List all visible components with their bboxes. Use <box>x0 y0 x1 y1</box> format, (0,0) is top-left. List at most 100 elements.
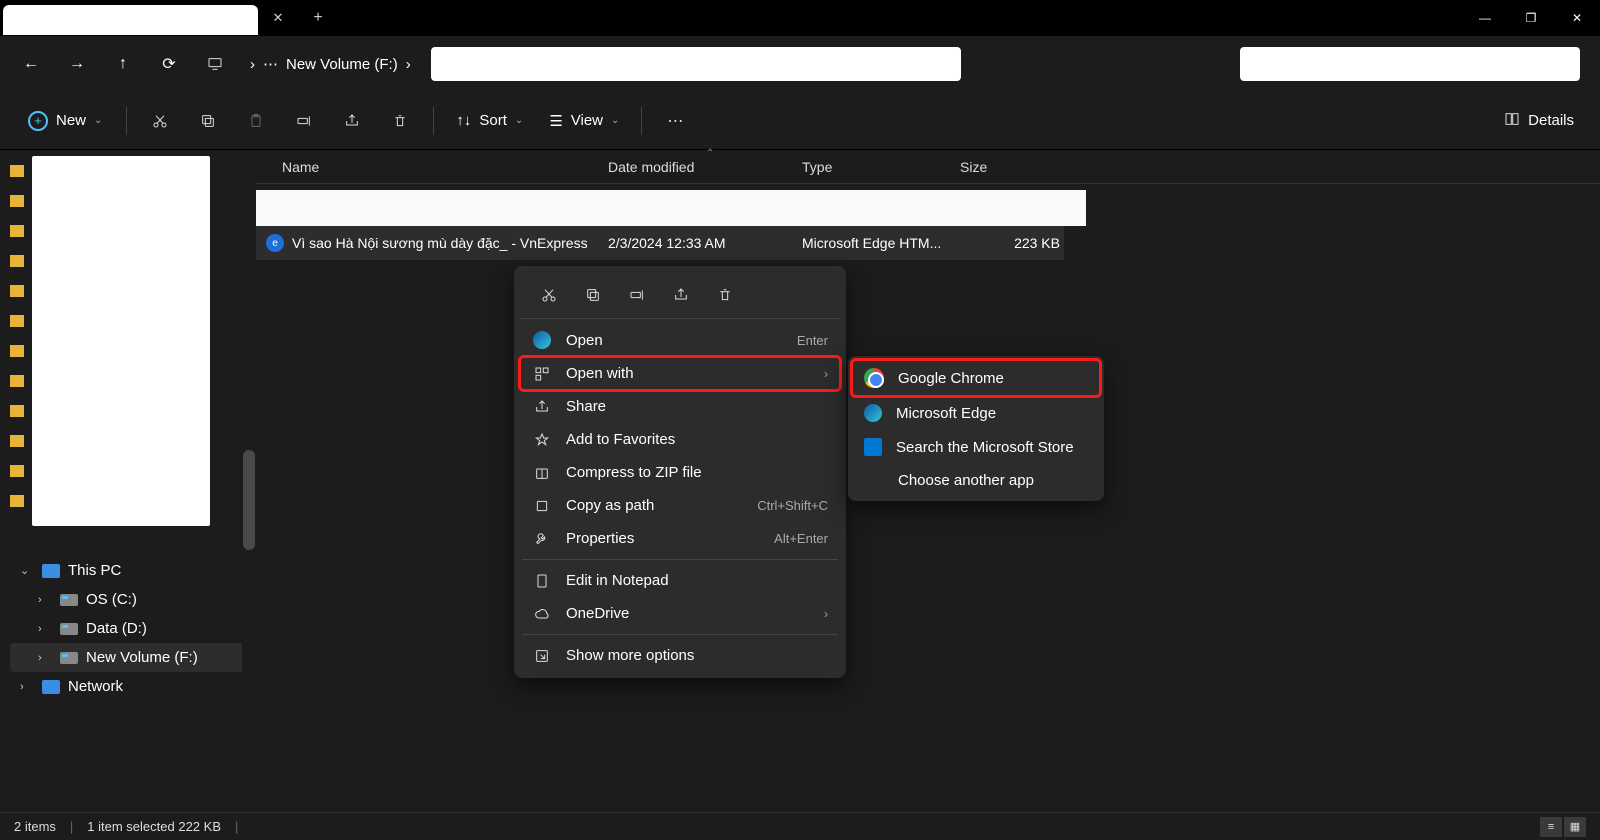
ctx-cut-button[interactable] <box>530 278 568 312</box>
forward-button[interactable]: → <box>56 44 98 84</box>
status-item-count: 2 items <box>14 819 56 834</box>
sort-label: Sort <box>479 112 507 129</box>
monitor-icon[interactable] <box>194 44 236 84</box>
view-button[interactable]: ☰ View ⌄ <box>539 106 629 136</box>
tree-drive-c[interactable]: › OS (C:) <box>10 585 246 614</box>
col-type[interactable]: Type <box>802 159 960 175</box>
sort-icon: ↑↓ <box>456 112 471 129</box>
sub-another-app[interactable]: Choose another app <box>852 464 1100 497</box>
minimize-button[interactable]: — <box>1462 0 1508 36</box>
ctx-label: Copy as path <box>566 497 654 514</box>
chevron-right-icon: › <box>38 594 52 606</box>
back-button[interactable]: ← <box>10 44 52 84</box>
new-button[interactable]: + New ⌄ <box>16 105 114 137</box>
separator <box>522 559 838 560</box>
sub-label: Search the Microsoft Store <box>896 439 1074 456</box>
chevron-down-icon: ⌄ <box>611 115 619 126</box>
close-window-button[interactable]: ✕ <box>1554 0 1600 36</box>
ctx-open-with[interactable]: Open with › <box>520 357 840 390</box>
file-name: Vì sao Hà Nội sương mù dày đặc_ - VnExpr… <box>292 235 608 251</box>
chevron-right-icon: › <box>824 367 828 381</box>
details-button[interactable]: Details <box>1494 105 1584 137</box>
ctx-label: Show more options <box>566 647 694 664</box>
context-menu: Open Enter Open with › Share Add to Favo… <box>514 266 846 678</box>
details-icon <box>1504 111 1520 131</box>
ctx-notepad[interactable]: Edit in Notepad <box>520 564 840 597</box>
folder-icon <box>10 495 24 507</box>
sort-button[interactable]: ↑↓ Sort ⌄ <box>446 106 533 135</box>
col-name[interactable]: Name <box>256 159 608 175</box>
delete-button[interactable] <box>379 102 421 140</box>
more-button[interactable]: ⋯ <box>654 102 696 140</box>
sub-chrome[interactable]: Google Chrome <box>852 360 1100 396</box>
ctx-open[interactable]: Open Enter <box>520 323 840 357</box>
ctx-label: Open with <box>566 365 634 382</box>
ctx-more-options[interactable]: Show more options <box>520 639 840 672</box>
new-label: New <box>56 112 86 129</box>
ctx-share-button[interactable] <box>662 278 700 312</box>
col-size[interactable]: Size <box>960 159 1070 175</box>
ctx-favorites[interactable]: Add to Favorites <box>520 423 840 456</box>
folder-icon <box>10 225 24 237</box>
tree-label: New Volume (F:) <box>86 649 198 666</box>
file-type: Microsoft Edge HTM... <box>802 235 960 251</box>
ctx-rename-button[interactable] <box>618 278 656 312</box>
breadcrumb-location[interactable]: New Volume (F:) <box>286 56 398 73</box>
ctx-compress[interactable]: Compress to ZIP file <box>520 456 840 489</box>
path-icon <box>532 498 552 514</box>
tree-label: This PC <box>68 562 121 579</box>
network-icon <box>42 680 60 694</box>
ctx-share[interactable]: Share <box>520 390 840 423</box>
refresh-button[interactable]: ⟳ <box>148 44 190 84</box>
drive-icon <box>60 594 78 606</box>
close-tab-button[interactable]: ✕ <box>258 0 298 36</box>
chevron-right-icon: › <box>824 607 828 621</box>
tree-label: Data (D:) <box>86 620 147 637</box>
ctx-properties[interactable]: Properties Alt+Enter <box>520 522 840 555</box>
chevron-right-icon: › <box>20 681 34 693</box>
search-input[interactable] <box>1240 47 1580 81</box>
sub-edge[interactable]: Microsoft Edge <box>852 396 1100 430</box>
tree-this-pc[interactable]: ⌄ This PC <box>10 556 246 585</box>
chevron-right-icon: › <box>250 56 255 73</box>
paste-button[interactable] <box>235 102 277 140</box>
tree-network[interactable]: › Network <box>10 672 246 701</box>
file-row-redacted[interactable] <box>256 190 1086 226</box>
view-list-button[interactable]: ≡ <box>1540 817 1562 837</box>
chrome-icon <box>864 368 884 388</box>
scrollbar[interactable] <box>242 150 256 812</box>
copy-button[interactable] <box>187 102 229 140</box>
ctx-label: Properties <box>566 530 634 547</box>
shortcut: Enter <box>797 333 828 348</box>
more-icon[interactable]: ⋯ <box>263 55 278 73</box>
edge-icon <box>532 331 552 349</box>
view-icon: ☰ <box>549 112 562 130</box>
rename-button[interactable] <box>283 102 325 140</box>
view-grid-button[interactable]: ▦ <box>1564 817 1586 837</box>
folder-icon <box>10 255 24 267</box>
window-tab[interactable] <box>3 5 258 35</box>
cut-button[interactable] <box>139 102 181 140</box>
ctx-copy-path[interactable]: Copy as path Ctrl+Shift+C <box>520 489 840 522</box>
new-tab-button[interactable]: + <box>298 0 338 36</box>
col-date[interactable]: Date modified <box>608 159 802 175</box>
tree-drive-f[interactable]: › New Volume (F:) <box>10 643 246 672</box>
separator <box>126 107 127 135</box>
breadcrumb[interactable]: › ⋯ New Volume (F:) › <box>240 55 421 73</box>
ctx-delete-button[interactable] <box>706 278 744 312</box>
ctx-copy-button[interactable] <box>574 278 612 312</box>
share-button[interactable] <box>331 102 373 140</box>
address-bar[interactable] <box>431 47 961 81</box>
file-row-selected[interactable]: e Vì sao Hà Nội sương mù dày đặc_ - VnEx… <box>256 226 1064 260</box>
up-button[interactable]: ↑ <box>102 44 144 84</box>
chevron-down-icon: ⌄ <box>515 115 523 126</box>
ctx-label: OneDrive <box>566 605 629 622</box>
ctx-onedrive[interactable]: OneDrive › <box>520 597 840 630</box>
folder-icon <box>10 375 24 387</box>
zip-icon <box>532 465 552 481</box>
view-label: View <box>571 112 603 129</box>
scrollbar-thumb[interactable] <box>243 450 255 550</box>
maximize-button[interactable]: ❐ <box>1508 0 1554 36</box>
sub-store[interactable]: Search the Microsoft Store <box>852 430 1100 464</box>
tree-drive-d[interactable]: › Data (D:) <box>10 614 246 643</box>
